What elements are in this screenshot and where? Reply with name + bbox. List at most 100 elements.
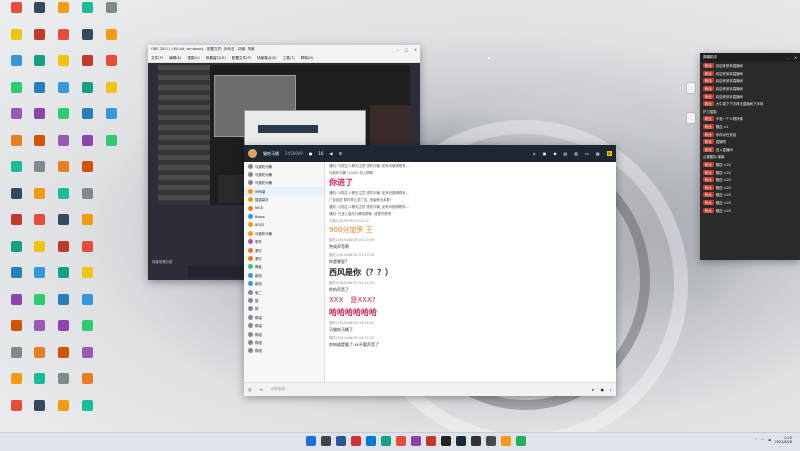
desktop-app-icon[interactable] <box>76 346 98 369</box>
desktop-app-icon[interactable] <box>76 55 98 77</box>
danmaku-titlebar[interactable]: 弹幕助手 – ✕ <box>700 53 800 62</box>
desktop-app-icon[interactable] <box>76 373 98 395</box>
sidebar-item[interactable]: IMM桌 <box>244 187 324 196</box>
sidebar-item[interactable]: 群组 <box>244 347 324 355</box>
desktop-app-icon[interactable] <box>52 320 74 342</box>
desktop-app-icon[interactable] <box>28 373 50 395</box>
sidebar-item[interactable]: 群组 <box>244 338 324 346</box>
desktop-app-icon[interactable] <box>28 320 50 342</box>
desktop-app-icon[interactable] <box>76 81 98 104</box>
send-icon[interactable]: ➤ <box>592 388 595 392</box>
taskbar-app-icon[interactable] <box>396 436 406 446</box>
desktop-app-icon[interactable] <box>100 55 122 77</box>
desktop-app-icon[interactable] <box>52 81 74 104</box>
desktop-app-icon[interactable] <box>28 240 50 263</box>
desktop-app-icon[interactable] <box>5 81 27 104</box>
sidebar-item[interactable]: 新阳 <box>244 279 324 287</box>
desktop-app-icon[interactable] <box>76 134 98 157</box>
desktop-app-icon[interactable] <box>52 346 74 369</box>
volume-icon[interactable]: ◀ <box>768 438 771 442</box>
close-icon[interactable]: ✕ <box>606 151 612 156</box>
obs-menu-item[interactable]: 视图(V) <box>187 56 199 61</box>
desktop-app-icon[interactable] <box>52 399 74 422</box>
taskbar-app-icon[interactable] <box>486 436 496 446</box>
desktop-app-icon[interactable] <box>76 293 98 316</box>
sidebar-item[interactable]: 源方 <box>244 246 324 254</box>
maximize-icon[interactable]: □ <box>405 48 408 52</box>
desktop-app-icon[interactable] <box>28 108 50 130</box>
desktop-app-icon[interactable] <box>52 214 74 236</box>
taskbar-app-icon[interactable] <box>426 436 436 446</box>
danmaku-window[interactable]: 弹幕助手 – ✕ 粉丝 欢迎来到本直播间 粉丝 欢迎来到本直播间 粉丝 欢迎来到本直播间粉… <box>700 53 800 260</box>
sidebar-item[interactable]: Bosss <box>244 212 324 220</box>
taskbar-app-icon[interactable] <box>501 436 511 446</box>
sidebar-item[interactable]: 马猫吃马桶 <box>244 229 324 237</box>
sidebar-item[interactable]: BOSS <box>244 221 324 229</box>
desktop-app-icon[interactable] <box>5 346 27 369</box>
obs-menu-item[interactable]: 配置文件(P) <box>232 56 251 61</box>
shop-icon[interactable]: ▥ <box>574 151 578 156</box>
sidebar-item[interactable]: 群组 <box>244 321 324 329</box>
desktop-app-icon[interactable] <box>28 267 50 289</box>
desktop-app-icon[interactable] <box>52 134 74 157</box>
desktop-app-icon[interactable] <box>52 28 74 51</box>
minimize-icon[interactable]: – <box>787 56 789 60</box>
mute-icon[interactable]: ◀ <box>329 151 332 156</box>
desktop-app-icon[interactable] <box>52 240 74 263</box>
desktop-app-icon[interactable] <box>76 214 98 236</box>
app-icon[interactable]: ▣ <box>543 151 547 156</box>
desktop-app-icon[interactable] <box>28 214 50 236</box>
sidebar-item[interactable]: NICE <box>244 204 324 212</box>
sidebar-item[interactable]: 群组 <box>244 330 324 338</box>
desktop-app-icon[interactable] <box>100 2 122 24</box>
sidebar-item[interactable]: 群组 <box>244 313 324 321</box>
gift-icon[interactable]: ▤ <box>564 151 568 156</box>
desktop-app-icon[interactable] <box>100 108 122 130</box>
desktop-app-icon[interactable] <box>5 55 27 77</box>
desktop-app-icon[interactable] <box>100 134 122 157</box>
close-icon[interactable]: ✕ <box>794 56 797 60</box>
scissors-icon[interactable]: ✂ <box>260 388 263 392</box>
obs-menu-item[interactable]: 场景集合(S) <box>257 56 276 61</box>
desktop-app-icon[interactable] <box>76 240 98 263</box>
settings-icon[interactable]: ⚙ <box>339 151 343 156</box>
desktop-app-icon[interactable] <box>5 108 27 130</box>
sidebar-item[interactable]: 马猫吃马桶 <box>244 170 324 178</box>
taskbar-app-icon[interactable] <box>516 436 526 446</box>
desktop-app-icon[interactable] <box>5 28 27 51</box>
person-icon[interactable]: ● <box>309 151 313 156</box>
desktop-app-icon[interactable] <box>5 320 27 342</box>
desktop-app-icon[interactable] <box>76 187 98 210</box>
desktop-app-icon[interactable] <box>28 2 50 24</box>
voice-icon[interactable]: ♪ <box>610 388 612 392</box>
sidebar-item[interactable]: 马猫吃马桶 <box>244 162 324 170</box>
sidebar-item[interactable]: 腾星 <box>244 263 324 271</box>
taskbar-app-icon[interactable] <box>456 436 466 446</box>
desktop-app-icon[interactable] <box>76 28 98 51</box>
taskbar-app-icon[interactable] <box>366 436 376 446</box>
taskbar-app-icon[interactable] <box>441 436 451 446</box>
desktop-app-icon[interactable] <box>28 293 50 316</box>
desktop-app-icon[interactable] <box>5 2 27 24</box>
minimize-icon[interactable]: – <box>397 48 399 52</box>
desktop-app-icon[interactable] <box>5 161 27 183</box>
desktop-app-icon[interactable] <box>28 346 50 369</box>
desktop-app-icon[interactable] <box>76 399 98 422</box>
desktop-app-icon[interactable] <box>5 134 27 157</box>
record-icon[interactable]: ● <box>601 388 604 392</box>
sidebar-item[interactable]: 明东 <box>244 238 324 246</box>
emoji-icon[interactable]: ☺ <box>248 388 252 392</box>
desktop-app-icon[interactable] <box>5 293 27 316</box>
desktop-file-icon[interactable] <box>680 112 702 134</box>
desktop-app-icon[interactable] <box>52 55 74 77</box>
desktop-app-icon[interactable] <box>5 267 27 289</box>
taskbar-app-icon[interactable] <box>411 436 421 446</box>
sidebar-item[interactable]: 猫 <box>244 296 324 304</box>
desktop-app-icon[interactable] <box>28 55 50 77</box>
clock-date[interactable]: 2022/6/28 <box>775 440 792 444</box>
window-icon[interactable]: ▭ <box>585 151 589 156</box>
desktop-app-icon[interactable] <box>52 187 74 210</box>
sidebar-item[interactable]: 源方 <box>244 254 324 262</box>
obs-menu-item[interactable]: 文件(F) <box>151 56 163 61</box>
menu-icon[interactable]: ▦ <box>596 151 600 156</box>
